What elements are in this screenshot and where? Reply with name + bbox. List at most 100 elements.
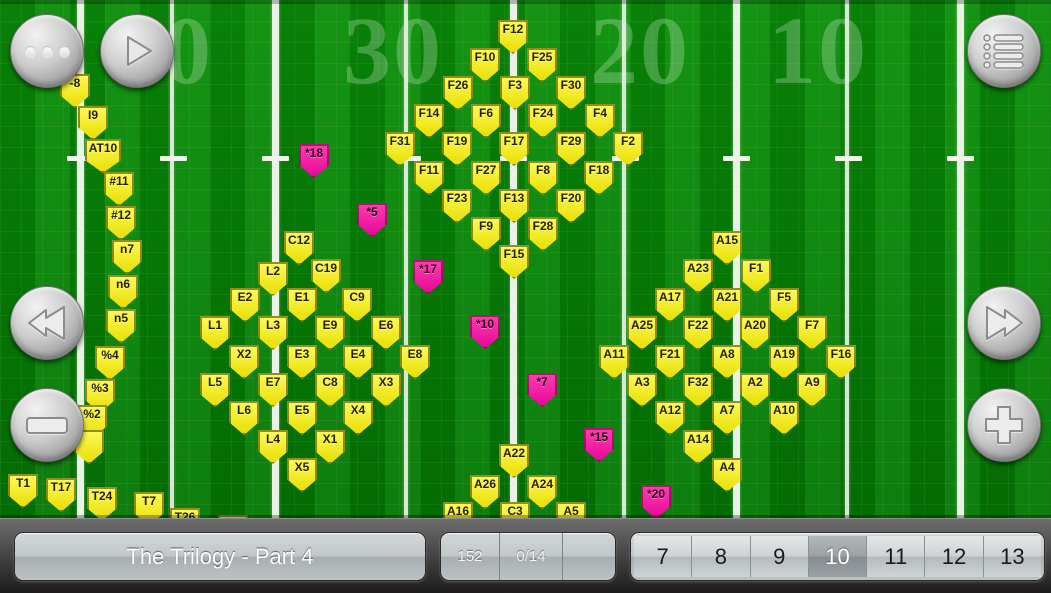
marker-label: F21 [659,347,681,361]
marker-label: E3 [294,347,310,361]
marker-label: L3 [265,318,280,332]
page-button-13[interactable]: 13 [983,536,1041,577]
marker-label: A14 [686,432,709,446]
drill-title: The Trilogy - Part 4 [126,543,314,569]
marker-label: #11 [109,174,129,188]
yard-number: 10 [768,0,868,104]
dot-icon [24,45,36,57]
marker-label: A9 [804,375,820,389]
marker-label: n7 [119,242,134,256]
minus-icon [26,417,68,434]
marker-label: A26 [473,477,496,491]
page-button-12[interactable]: 12 [925,536,984,577]
marker-label: T24 [91,489,113,503]
marker-label: F7 [804,318,819,332]
marker-label: F18 [588,163,610,177]
marker-label: n6 [115,277,130,291]
yard-line [170,0,174,518]
play-button[interactable] [100,14,174,88]
page-button-label: 10 [825,543,850,569]
yard-line [957,0,964,518]
marker-label: A2 [747,375,763,389]
fast-forward-icon [986,306,1023,340]
bottom-toolbar: The Trilogy - Part 4 152 0/14 7 8 9 10 11 12 1… [0,518,1051,593]
marker-label: T7 [141,494,156,508]
page-button-label: 11 [884,543,908,569]
progress-value: 0/14 [499,533,562,580]
page-button-8[interactable]: 8 [692,536,751,577]
marker-label: E1 [294,290,310,304]
menu-dots-button[interactable] [10,14,84,88]
marker-label: A12 [658,403,681,417]
marker-label: A8 [719,347,735,361]
marker-label: E4 [350,347,366,361]
rewind-button[interactable] [10,286,84,360]
marker-label: C19 [314,261,337,275]
marker-label: A7 [719,403,735,417]
minus-button[interactable] [10,388,84,462]
marker-label: F28 [532,219,554,233]
yard-line [404,0,408,518]
page-button-9[interactable]: 9 [750,536,809,577]
marker-label: n5 [113,311,128,325]
marker-label: C9 [349,290,365,304]
marker-label: X2 [236,347,252,361]
marker-label: F30 [560,78,582,92]
marker-label: F10 [474,50,496,64]
play-icon [127,36,152,66]
page-button-label: 7 [656,543,669,569]
yard-line [733,0,740,518]
marker-label: A10 [772,403,795,417]
hash-mark [947,156,974,161]
page-button-11[interactable]: 11 [867,536,926,577]
marker-label: A17 [658,290,681,304]
marker-label: E8 [407,347,423,361]
football-field[interactable]: 0 30 20 10 -8 I9 AT10 #11 #12 n7 n6 n5 %4 %3 %2 T1 T17 T… [0,0,1051,518]
marker-label: F29 [560,134,582,148]
count-panel[interactable]: 152 0/14 [440,532,616,581]
marker-label: F11 [418,163,439,177]
list-button[interactable] [967,14,1041,88]
marker-label: C8 [322,375,338,389]
page-button-label: 13 [1000,543,1025,569]
count-value: 152 [457,548,483,565]
marker-label: *15 [589,430,609,444]
page-button-label: 8 [714,543,728,569]
plus-button[interactable] [967,388,1041,462]
marker-label: F24 [532,106,554,120]
marker-label: F23 [446,191,468,205]
marker-label: F25 [531,50,553,64]
marker-label: F6 [478,106,493,120]
marker-label: F27 [475,163,497,177]
marker-label: F1 [748,261,763,275]
marker-label: %2 [83,407,101,421]
marker-label: F31 [389,134,411,148]
marker-label: F20 [560,191,582,205]
marker-label: #12 [110,208,132,222]
marker-label: L1 [207,318,222,332]
marker-label: F15 [503,247,525,261]
marker-label: T1 [15,476,30,490]
marker-label: A19 [772,347,795,361]
page-button-10[interactable]: 10 [808,536,868,577]
marker-label: L6 [236,403,251,417]
marker-label: C12 [287,233,310,247]
marker-label: L2 [265,264,280,278]
yard-number: 20 [590,0,690,104]
list-icon [983,34,1024,69]
marker-label: A3 [634,375,650,389]
title-panel[interactable]: The Trilogy - Part 4 [14,532,426,581]
marker-label: X5 [294,460,310,474]
marker-label: AT10 [88,141,118,155]
page-button-7[interactable]: 7 [634,536,693,577]
marker-label: F2 [620,134,635,148]
marker-label: L4 [265,432,280,446]
app-root: 0 30 20 10 -8 I9 AT10 #11 #12 n7 n6 n5 %4 %3 %2 T1 T17 T… [0,0,1051,593]
fast-forward-button[interactable] [967,286,1041,360]
marker-label: F22 [687,318,709,332]
marker-label: *7 [536,375,548,389]
page-button-label: 12 [941,543,967,569]
page-selector[interactable]: 7 8 9 10 11 12 13 [630,532,1045,581]
hash-mark [262,156,289,161]
marker-label: F8 [535,163,550,177]
